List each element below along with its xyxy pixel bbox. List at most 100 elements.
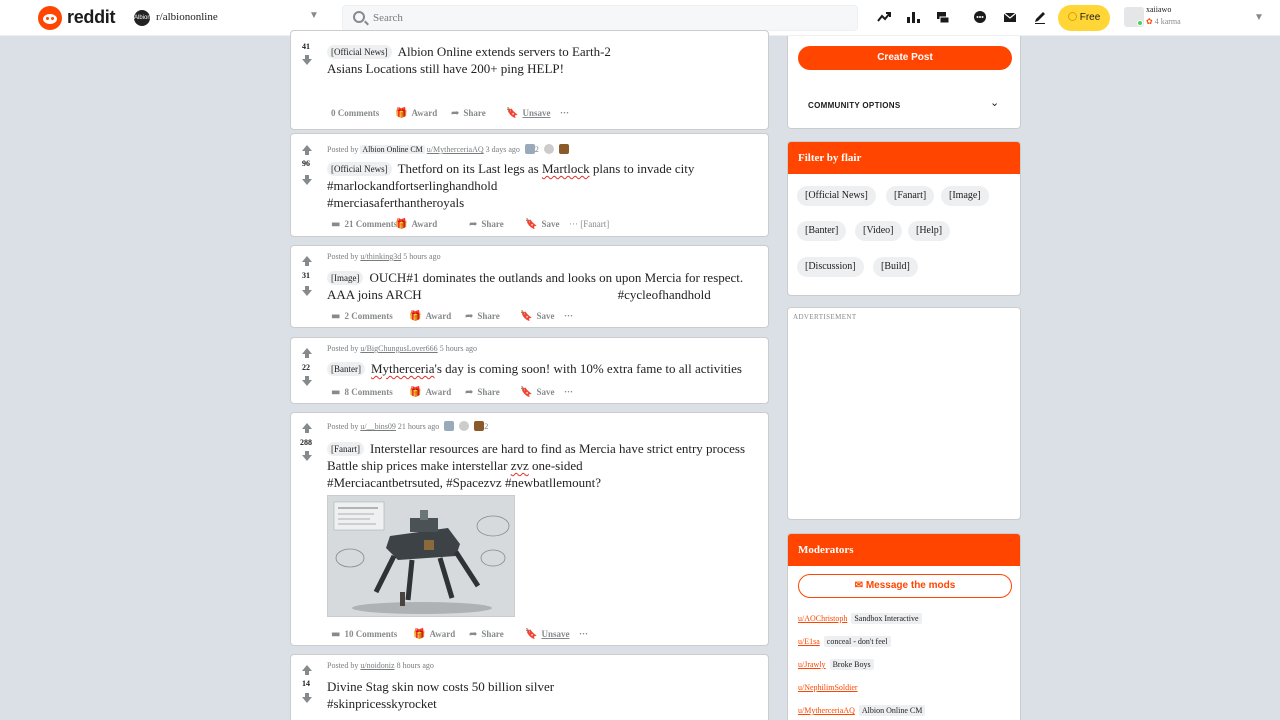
- community-options-toggle[interactable]: COMMUNITY OPTIONS: [808, 101, 901, 110]
- post-flair[interactable]: [Banter]: [327, 362, 365, 376]
- post-author[interactable]: u/MytherceriaAQ: [427, 145, 484, 154]
- unsave-button[interactable]: 🔖 Unsave: [525, 626, 569, 642]
- downvote-icon[interactable]: [302, 693, 312, 703]
- save-button[interactable]: 🔖 Save: [520, 308, 554, 324]
- post-flair[interactable]: [Official News]: [327, 45, 392, 59]
- upvote-icon[interactable]: [302, 423, 312, 433]
- more-options-button[interactable]: ···: [564, 308, 573, 324]
- reddit-wordmark[interactable]: reddit: [67, 7, 116, 28]
- pencil-icon[interactable]: [1031, 9, 1049, 27]
- post-card[interactable]: 96 Posted by Albion Online CM u/Mytherce…: [290, 133, 769, 237]
- user-menu[interactable]: xaiiawo ✿ 4 karma ▼: [1122, 5, 1272, 31]
- post-meta: Posted by Albion Online CM u/Mytherceria…: [327, 144, 569, 154]
- post-title[interactable]: [Official News] Albion Online extends ser…: [327, 43, 767, 77]
- flair-filter-official-news[interactable]: [Official News]: [797, 186, 876, 206]
- search-bar[interactable]: [342, 5, 858, 31]
- downvote-icon[interactable]: [302, 55, 312, 65]
- moderator-flair: Sandbox Interactive: [851, 613, 922, 624]
- post-card[interactable]: 31 Posted by u/thinking3d 5 hours ago [I…: [290, 245, 769, 328]
- free-coins-button[interactable]: Free: [1058, 5, 1110, 31]
- post-author[interactable]: u/noidoniz: [360, 661, 394, 670]
- search-input[interactable]: [373, 9, 843, 27]
- more-options-button[interactable]: ···: [579, 626, 588, 642]
- more-options-button[interactable]: ··· [Fanart]: [569, 216, 609, 232]
- stats-icon[interactable]: [904, 9, 922, 27]
- share-button[interactable]: ➦ Share: [465, 384, 500, 400]
- moderator-link[interactable]: u/NephilimSoldier: [798, 683, 858, 692]
- upvote-icon[interactable]: [302, 256, 312, 266]
- post-image[interactable]: [327, 495, 515, 617]
- post-title[interactable]: [Official News] Thetford on its Last legs…: [327, 160, 767, 211]
- award-icon: [558, 144, 569, 154]
- spellcheck-word: Mytherceria: [370, 361, 435, 376]
- share-button[interactable]: ➦ Share: [469, 216, 504, 232]
- post-card[interactable]: 41 [Official News] Albion Online extends …: [290, 30, 769, 130]
- post-flair[interactable]: [Image]: [327, 271, 364, 285]
- award-button[interactable]: 🎁 Award: [413, 626, 455, 642]
- save-button[interactable]: 🔖 Save: [525, 216, 559, 232]
- award-button[interactable]: 🎁 Award: [395, 105, 437, 121]
- post-meta: Posted by u/__bins09 21 hours ago 2: [327, 421, 489, 431]
- comments-button[interactable]: ▬ 8 Comments: [331, 384, 393, 400]
- upvote-icon[interactable]: [302, 665, 312, 675]
- upvote-icon[interactable]: [302, 348, 312, 358]
- downvote-icon[interactable]: [302, 376, 312, 386]
- chevron-down-icon[interactable]: ⌄: [990, 96, 999, 109]
- video-chat-icon[interactable]: [934, 9, 952, 27]
- downvote-icon[interactable]: [302, 286, 312, 296]
- post-card[interactable]: 288 Posted by u/__bins09 21 hours ago 2 …: [290, 412, 769, 646]
- downvote-icon[interactable]: [302, 175, 312, 185]
- reddit-logo-icon[interactable]: [38, 6, 62, 30]
- more-options-button[interactable]: ···: [564, 384, 573, 400]
- post-title[interactable]: [Fanart] Interstellar resources are hard …: [327, 440, 767, 491]
- comments-button[interactable]: ▬ 21 Comments: [331, 216, 397, 232]
- moderator-link[interactable]: u/E1sa: [798, 637, 820, 646]
- share-button[interactable]: ➦ Share: [469, 626, 504, 642]
- comments-button[interactable]: ▬ 2 Comments: [331, 308, 393, 324]
- post-author[interactable]: u/__bins09: [360, 422, 396, 431]
- award-button[interactable]: 🎁 Award: [409, 384, 451, 400]
- flair-filter-fanart[interactable]: [Fanart]: [886, 186, 935, 206]
- post-title[interactable]: [Image] OUCH#1 dominates the outlands and…: [327, 269, 767, 303]
- vote-count: 22: [302, 363, 310, 372]
- post-title[interactable]: [Banter] Mytherceria's day is coming soon…: [327, 360, 767, 377]
- award-button[interactable]: 🎁 Award: [409, 308, 451, 324]
- unsave-button[interactable]: 🔖 Unsave: [506, 105, 550, 121]
- flair-filter-discussion[interactable]: [Discussion]: [797, 257, 864, 277]
- flair-filter-image[interactable]: [Image]: [941, 186, 989, 206]
- chat-icon[interactable]: [971, 9, 989, 27]
- post-title[interactable]: Divine Stag skin now costs 50 billion si…: [327, 678, 767, 712]
- moderator-link[interactable]: u/Jrawly: [798, 660, 826, 669]
- award-icon: [524, 144, 535, 154]
- moderators-title: Moderators: [788, 534, 1020, 566]
- share-button[interactable]: ➦ Share: [465, 308, 500, 324]
- post-card[interactable]: 22 Posted by u/BigChungusLover666 5 hour…: [290, 337, 769, 404]
- message-mods-button[interactable]: ✉ Message the mods: [798, 574, 1012, 598]
- trending-icon[interactable]: [875, 9, 893, 27]
- upvote-icon[interactable]: [302, 145, 312, 155]
- post-author[interactable]: u/thinking3d: [360, 252, 401, 261]
- flair-filter-video[interactable]: [Video]: [855, 221, 902, 241]
- save-button[interactable]: 🔖 Save: [520, 384, 554, 400]
- post-flair[interactable]: [Fanart]: [327, 442, 364, 456]
- flair-filter-banter[interactable]: [Banter]: [797, 221, 847, 241]
- post-author[interactable]: u/BigChungusLover666: [360, 344, 437, 353]
- flair-filter-help[interactable]: [Help]: [908, 221, 951, 241]
- moderator-link[interactable]: u/AOChristoph: [798, 614, 847, 623]
- mail-icon[interactable]: [1001, 9, 1019, 27]
- filter-by-flair-title: Filter by flair: [788, 142, 1020, 174]
- post-flair[interactable]: [Official News]: [327, 162, 392, 176]
- share-button[interactable]: ➦ Share: [451, 105, 486, 121]
- create-post-button[interactable]: Create Post: [798, 46, 1012, 70]
- moderator-link[interactable]: u/MytherceriaAQ: [798, 706, 855, 715]
- downvote-icon[interactable]: [302, 451, 312, 461]
- community-switcher[interactable]: Albion r/albiononline ▼: [134, 8, 324, 28]
- comments-button[interactable]: 0 Comments: [331, 105, 379, 121]
- post-card[interactable]: 14 Posted by u/noidoniz 8 hours ago Divi…: [290, 654, 769, 720]
- more-options-button[interactable]: ···: [560, 105, 569, 121]
- vote-count: 14: [302, 679, 310, 688]
- flair-filter-build[interactable]: [Build]: [873, 257, 918, 277]
- award-button[interactable]: 🎁 Award: [395, 216, 437, 232]
- advertisement-card: ADVERTISEMENT: [787, 307, 1021, 520]
- comments-button[interactable]: ▬ 10 Comments: [331, 626, 397, 642]
